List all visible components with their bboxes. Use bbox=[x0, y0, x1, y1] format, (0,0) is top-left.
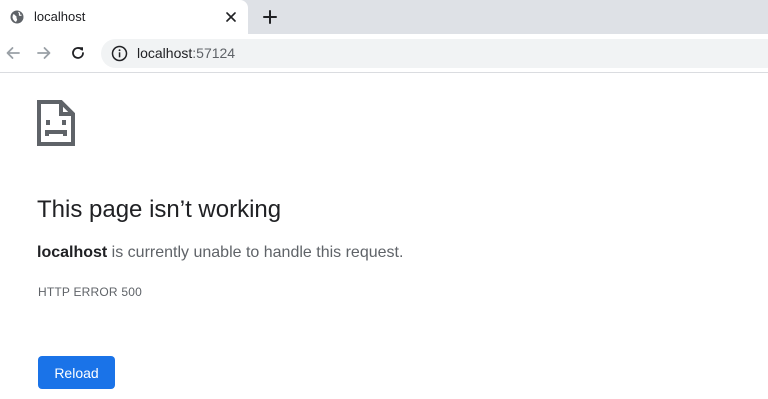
error-page: This page isn’t working localhost is cur… bbox=[0, 74, 768, 399]
url-port: :57124 bbox=[192, 45, 236, 61]
tab-strip: localhost bbox=[0, 0, 768, 34]
tab-title: localhost bbox=[34, 9, 86, 24]
plus-icon bbox=[263, 10, 277, 24]
globe-icon bbox=[10, 10, 24, 24]
error-title: This page isn’t working bbox=[37, 196, 282, 223]
active-tab[interactable]: localhost bbox=[0, 0, 248, 34]
url-host: localhost bbox=[137, 45, 193, 61]
error-host: localhost bbox=[37, 244, 108, 261]
reload-button[interactable]: Reload bbox=[38, 356, 115, 389]
back-arrow-icon bbox=[6, 47, 20, 59]
close-icon bbox=[226, 12, 236, 22]
reload-icon bbox=[72, 47, 84, 59]
error-description-text: is currently unable to handle this reque… bbox=[107, 244, 404, 261]
info-icon[interactable] bbox=[111, 45, 128, 62]
address-bar[interactable]: localhost:57124 bbox=[101, 39, 768, 68]
browser-toolbar: localhost:57124 bbox=[0, 34, 768, 73]
forward-button[interactable] bbox=[31, 40, 57, 66]
new-tab-button[interactable] bbox=[258, 5, 282, 29]
sad-page-icon bbox=[37, 100, 75, 146]
tab-close-button[interactable] bbox=[221, 7, 241, 27]
error-code: HTTP ERROR 500 bbox=[38, 285, 142, 299]
forward-arrow-icon bbox=[37, 47, 51, 59]
reload-page-button[interactable] bbox=[65, 40, 91, 66]
error-description: localhost is currently unable to handle … bbox=[37, 244, 403, 262]
url-text[interactable]: localhost:57124 bbox=[137, 45, 235, 61]
back-button[interactable] bbox=[0, 40, 26, 66]
